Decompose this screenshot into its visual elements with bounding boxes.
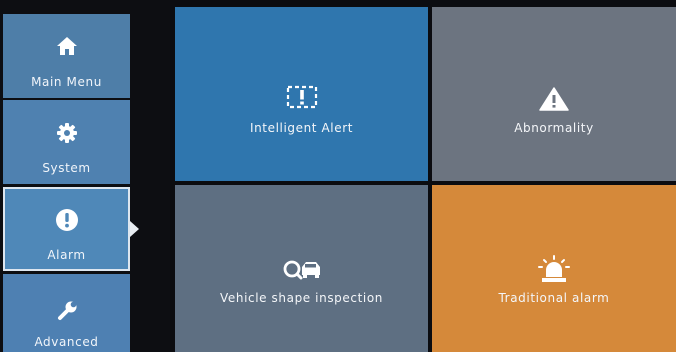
sidebar-item-label: Advanced [34,335,99,349]
tile-abnormality[interactable]: Abnormality [432,7,676,181]
vehicle-search-icon [175,258,428,280]
sidebar-item-alarm[interactable]: Alarm [3,187,130,271]
wrench-icon [3,300,130,322]
tile-traditional-alarm[interactable]: Traditional alarm [432,185,676,352]
alert-circle-icon [5,208,128,232]
sidebar-item-advanced[interactable]: Advanced [3,274,130,352]
home-icon [3,36,130,56]
selection-pointer [130,221,139,237]
tile-label: Traditional alarm [498,291,610,305]
siren-icon [432,255,676,283]
tile-vehicle-shape-inspection[interactable]: Vehicle shape inspection [175,185,428,352]
intelligent-alert-icon [175,84,428,110]
sidebar-item-label: Alarm [47,248,86,262]
tile-label: Abnormality [514,121,594,135]
sidebar: Main Menu System Alarm Advanced [0,0,170,352]
tile-label: Vehicle shape inspection [220,291,383,305]
tile-intelligent-alert[interactable]: Intelligent Alert [175,7,428,181]
sidebar-item-system[interactable]: System [3,100,130,184]
sidebar-item-main-menu[interactable]: Main Menu [3,14,130,98]
tile-label: Intelligent Alert [249,121,354,135]
gear-icon [3,122,130,144]
warning-triangle-icon [432,87,676,111]
sidebar-item-label: Main Menu [31,75,102,89]
sidebar-item-label: System [42,161,91,175]
